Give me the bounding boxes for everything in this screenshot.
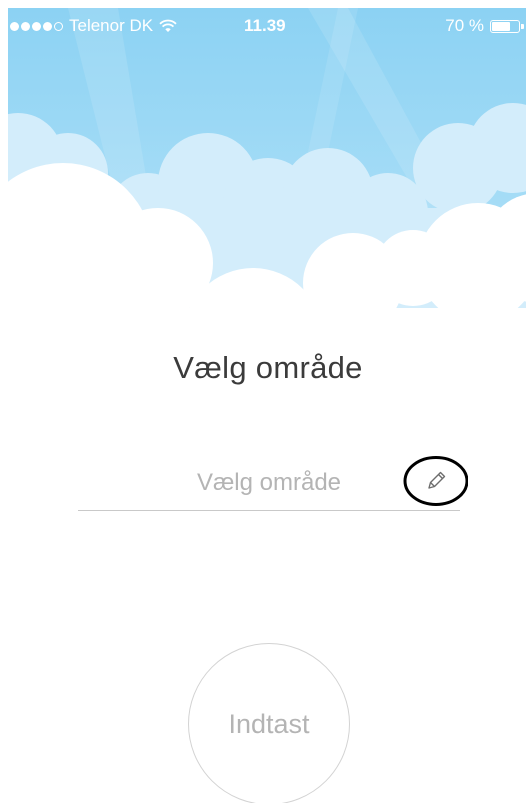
status-bar: Telenor DK 11.39 70 % xyxy=(8,8,526,46)
status-time: 11.39 xyxy=(244,16,286,35)
sky-header-illustration xyxy=(8,8,526,308)
wifi-icon xyxy=(159,19,177,32)
page-title: Vælg område xyxy=(173,350,363,385)
edit-area-button[interactable] xyxy=(402,454,468,506)
carrier-name: Telenor DK xyxy=(69,16,154,35)
battery-percentage: 70 % xyxy=(445,16,484,35)
status-left: Telenor DK xyxy=(10,16,177,36)
status-right: 70 % xyxy=(445,16,524,36)
pencil-icon xyxy=(428,471,446,489)
highlight-circle xyxy=(403,456,468,506)
battery-tip xyxy=(521,23,524,29)
signal-dots-icon xyxy=(10,21,63,31)
submit-button[interactable]: Indtast xyxy=(188,643,350,803)
battery-fill xyxy=(492,21,510,31)
battery-icon xyxy=(490,19,524,33)
login-area-screen: Telenor DK 11.39 70 % Vælg område Vælg o… xyxy=(0,0,526,803)
